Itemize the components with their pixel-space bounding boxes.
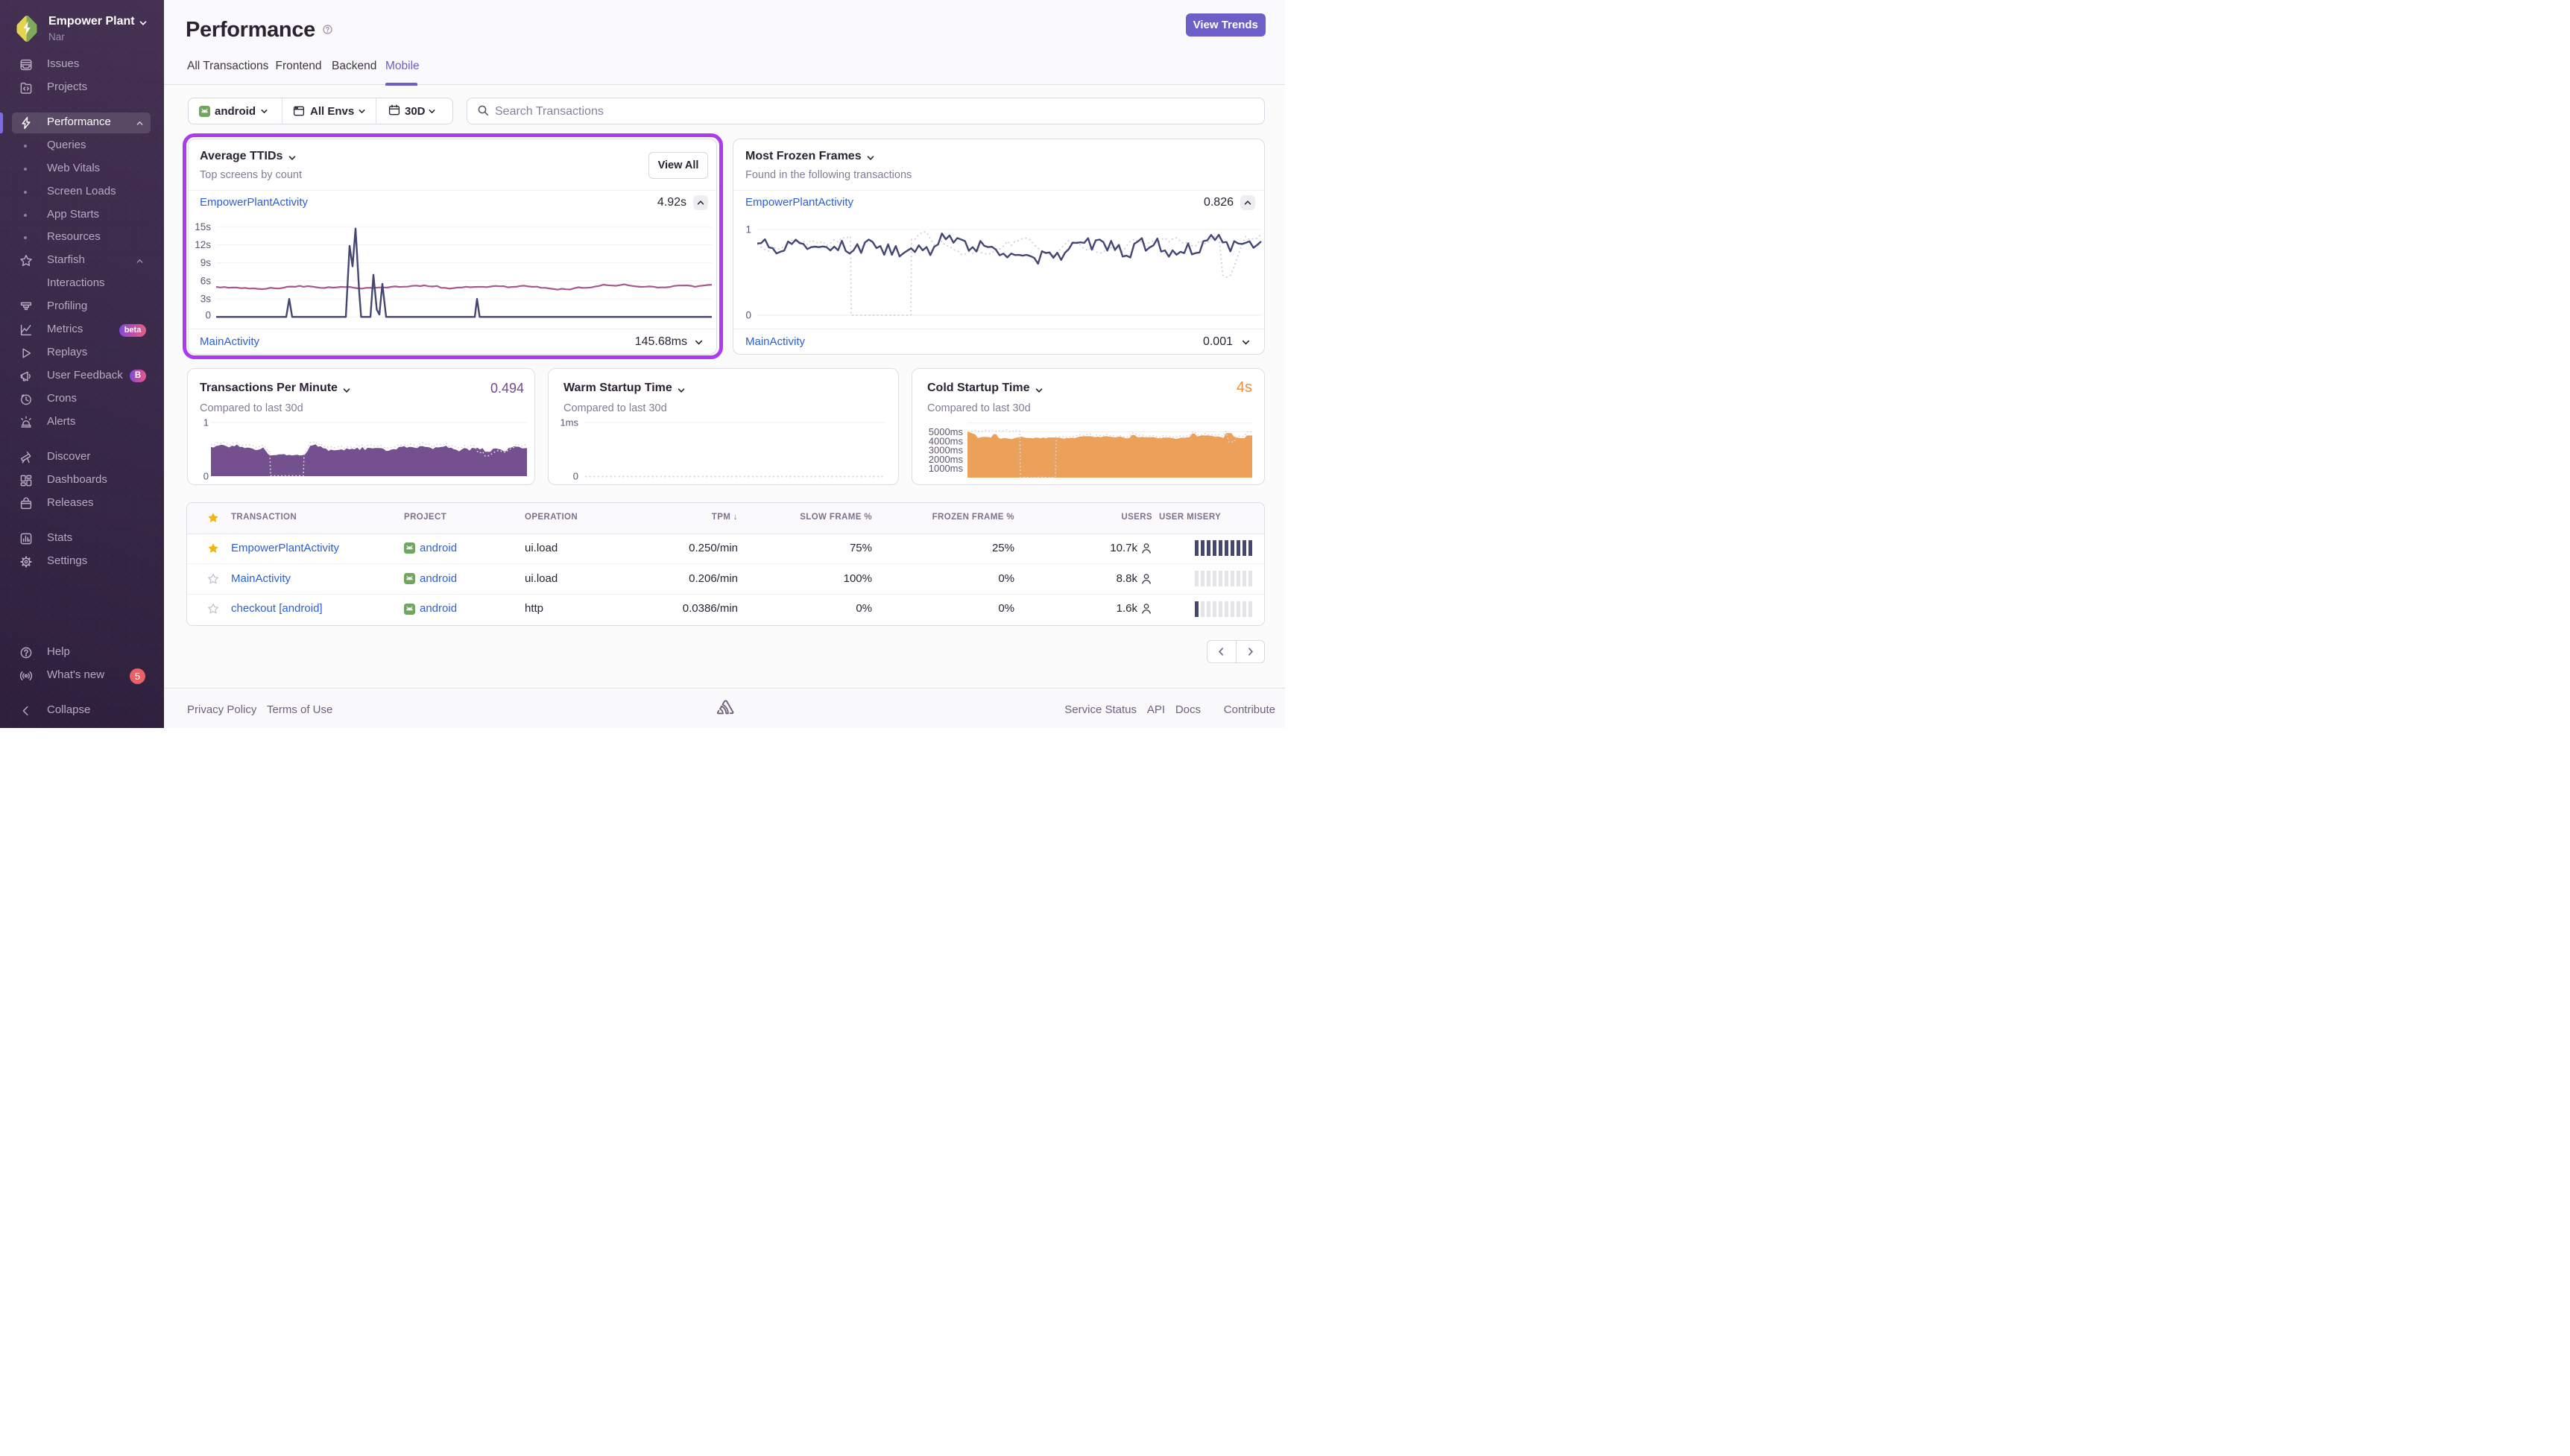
svg-text:0: 0	[203, 471, 209, 482]
svg-text:1: 1	[745, 224, 751, 235]
svg-text:0: 0	[205, 309, 211, 320]
svg-text:0: 0	[573, 471, 578, 482]
svg-text:1: 1	[203, 417, 209, 428]
svg-text:3s: 3s	[201, 294, 212, 305]
svg-text:12s: 12s	[195, 239, 211, 250]
svg-text:9s: 9s	[201, 257, 212, 268]
svg-text:1000ms: 1000ms	[929, 463, 964, 474]
svg-text:15s: 15s	[195, 221, 211, 232]
svg-text:1ms: 1ms	[560, 417, 578, 428]
svg-text:6s: 6s	[201, 275, 212, 286]
svg-text:0: 0	[745, 310, 751, 321]
